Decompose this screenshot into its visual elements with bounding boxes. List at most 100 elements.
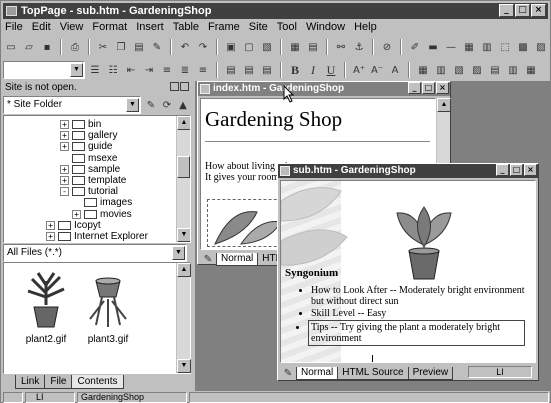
file-scroll-down-icon[interactable]: ▼ [177, 359, 191, 373]
underline-icon[interactable]: U [323, 62, 339, 78]
bold-icon[interactable]: B [287, 62, 303, 78]
maximize-button[interactable]: □ [515, 4, 530, 17]
cut-icon[interactable]: ✂ [95, 39, 111, 55]
menu-tool[interactable]: Tool [277, 20, 297, 35]
style-combo[interactable]: ▼ [3, 61, 85, 79]
app-titlebar[interactable]: TopPage - sub.htm - GardeningShop _ □ × [3, 3, 548, 19]
tab-link[interactable]: Link [15, 375, 46, 389]
menu-edit[interactable]: Edit [32, 20, 51, 35]
file-item-plant2[interactable]: plant2.gif [16, 271, 76, 345]
menu-site[interactable]: Site [249, 20, 268, 35]
undo-icon[interactable]: ↶ [177, 39, 193, 55]
save-icon[interactable]: ▪ [39, 39, 55, 55]
hr-icon[interactable]: — [443, 39, 459, 55]
index-tab-normal[interactable]: Normal [216, 252, 259, 266]
table-insert-icon[interactable]: ▦ [461, 39, 477, 55]
menu-view[interactable]: View [60, 20, 84, 35]
script-icon[interactable]: ▩ [515, 39, 531, 55]
sub-window-titlebar[interactable]: sub.htm - GardeningShop _ □ × [278, 164, 538, 178]
file-scroll-up-icon[interactable]: ▲ [177, 263, 191, 277]
menu-window[interactable]: Window [306, 20, 345, 35]
site-settings-icon[interactable]: ✎ [143, 97, 159, 113]
print-icon[interactable]: ⎙ [67, 39, 83, 55]
cell-left-icon[interactable]: ▤ [223, 62, 239, 78]
site-up-icon[interactable]: ▲ [175, 97, 191, 113]
sub-tab-normal[interactable]: Normal [296, 366, 339, 380]
cell-center-icon[interactable]: ▤ [241, 62, 257, 78]
font-color-icon[interactable]: A [387, 62, 403, 78]
bullet-list-icon[interactable]: ☰ [87, 62, 103, 78]
index-maximize-button[interactable]: □ [422, 82, 435, 94]
file-item-plant3[interactable]: plant3.gif [78, 271, 138, 345]
expand-toggle-icon[interactable]: - [60, 187, 69, 197]
index-scroll-up-icon[interactable]: ▲ [437, 98, 451, 112]
menu-table[interactable]: Table [173, 20, 199, 35]
scroll-up-icon[interactable]: ▲ [177, 116, 190, 130]
tree-scrollbar[interactable]: ▲ ▼ [176, 116, 190, 242]
expand-toggle-icon[interactable]: + [60, 120, 69, 129]
index-minimize-button[interactable]: _ [408, 82, 421, 94]
frame-icon[interactable]: ▣ [223, 39, 239, 55]
file-scrollbar[interactable]: ▲ ▼ [176, 263, 191, 373]
sub-minimize-button[interactable]: _ [496, 164, 509, 176]
numbered-list-icon[interactable]: ☷ [105, 62, 121, 78]
picture-icon[interactable]: ▬ [425, 39, 441, 55]
panel-close-button[interactable] [180, 82, 189, 91]
link-icon[interactable]: ⚯ [333, 39, 349, 55]
font-larger-icon[interactable]: A⁺ [351, 62, 367, 78]
file-list[interactable]: plant2.gif plant3.gif ▲ ▼ [3, 262, 191, 374]
tab-contents[interactable]: Contents [71, 375, 124, 389]
expand-toggle-icon[interactable]: + [72, 209, 81, 219]
window-icon[interactable]: ▢ [241, 39, 257, 55]
cell-right-icon[interactable]: ▤ [259, 62, 275, 78]
scroll-down-icon[interactable]: ▼ [177, 228, 190, 242]
font-smaller-icon[interactable]: A⁻ [369, 62, 385, 78]
image-icon[interactable]: ▧ [259, 39, 275, 55]
menu-format[interactable]: Format [92, 20, 127, 35]
preview-icon[interactable]: ▤ [305, 39, 321, 55]
split-cells-icon[interactable]: ▨ [469, 62, 485, 78]
expand-toggle-icon[interactable]: + [60, 164, 69, 174]
tree-item[interactable]: + Internet Explorer [46, 230, 148, 242]
new-icon[interactable]: ▭ [3, 39, 19, 55]
indent-icon[interactable]: ⇥ [141, 62, 157, 78]
menu-frame[interactable]: Frame [208, 20, 240, 35]
tree-scroll-thumb[interactable] [177, 156, 190, 178]
align-center-icon[interactable]: ≣ [177, 62, 193, 78]
copy-icon[interactable]: ❐ [113, 39, 129, 55]
expand-toggle-icon[interactable]: + [46, 220, 55, 230]
expand-toggle-icon[interactable]: + [60, 131, 69, 141]
open-icon[interactable]: ▱ [21, 39, 37, 55]
tips-bullet[interactable]: Tips -- Try giving the plant a moderatel… [308, 320, 525, 346]
index-window-titlebar[interactable]: index.htm - GardeningShop _ □ × [198, 82, 450, 96]
menu-help[interactable]: Help [354, 20, 377, 35]
expand-toggle-icon[interactable]: + [60, 176, 69, 185]
tab-file[interactable]: File [44, 375, 73, 389]
sub-close-button[interactable]: × [524, 164, 537, 176]
edit-icon[interactable]: ✐ [407, 39, 423, 55]
paste-icon[interactable]: ▤ [131, 39, 147, 55]
outdent-icon[interactable]: ⇤ [123, 62, 139, 78]
sub-page-view[interactable]: Syngonium How to Look After -- Moderatel… [280, 180, 536, 363]
layer-icon[interactable]: ⬚ [497, 39, 513, 55]
menu-insert[interactable]: Insert [136, 20, 164, 35]
minimize-button[interactable]: _ [499, 4, 514, 17]
redo-icon[interactable]: ↷ [195, 39, 211, 55]
menu-file[interactable]: File [5, 20, 23, 35]
insert-row-icon[interactable]: ▤ [487, 62, 503, 78]
plugin-icon[interactable]: ▨ [533, 39, 549, 55]
table-col-icon[interactable]: ▥ [433, 62, 449, 78]
site-folder-combo[interactable]: * Site Folder ▼ [3, 96, 141, 114]
table-row-icon[interactable]: ▦ [415, 62, 431, 78]
align-left-icon[interactable]: ≡ [159, 62, 175, 78]
stop-icon[interactable]: ⊘ [379, 39, 395, 55]
file-filter-combo[interactable]: All Files (*.*) ▼ [3, 244, 187, 262]
expand-toggle-icon[interactable]: + [46, 232, 55, 241]
sub-tab-html-source[interactable]: HTML Source [337, 366, 409, 380]
italic-icon[interactable]: I [305, 62, 321, 78]
anchor-icon[interactable]: ⚓ [351, 39, 367, 55]
panel-restore-button[interactable] [170, 82, 179, 91]
sub-tab-preview[interactable]: Preview [407, 366, 454, 380]
site-refresh-icon[interactable]: ⟳ [159, 97, 175, 113]
sub-maximize-button[interactable]: □ [510, 164, 523, 176]
